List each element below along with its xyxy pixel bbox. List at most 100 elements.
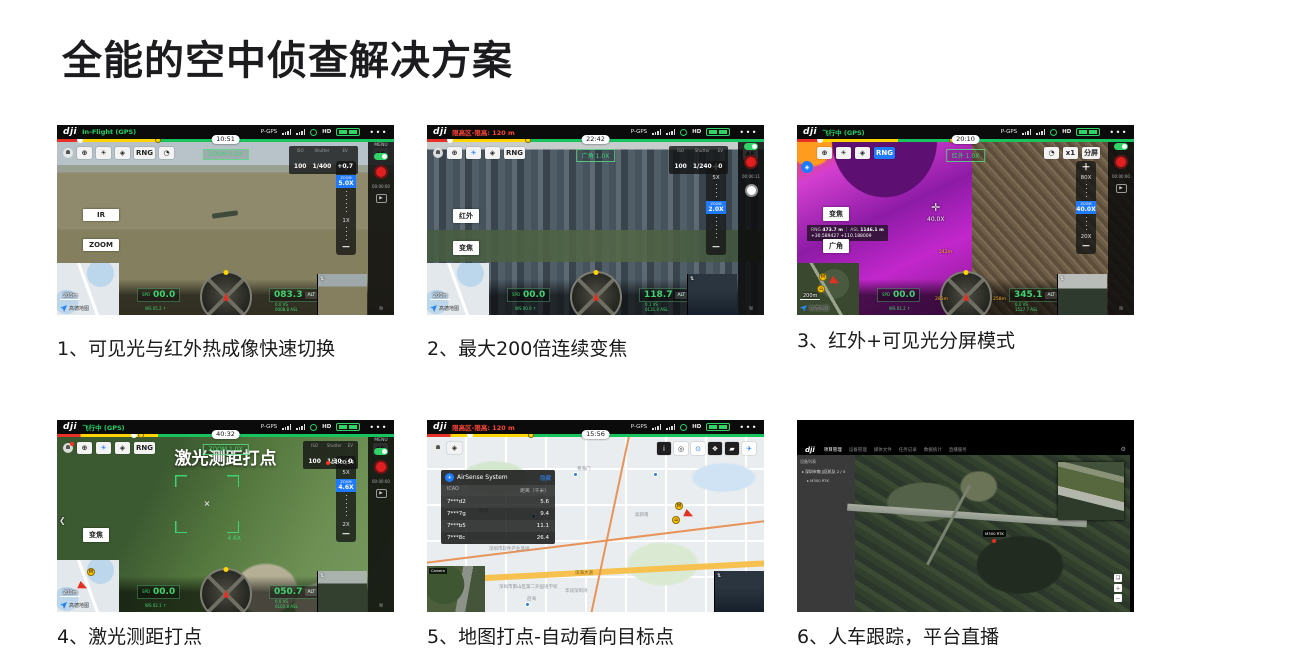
more-menu-icon[interactable]: ••• (369, 128, 388, 137)
live-video-pip[interactable] (1058, 462, 1124, 520)
zoom-out-icon[interactable]: － (341, 531, 350, 539)
zoom-preset-top[interactable]: 5X (342, 470, 349, 476)
record-button[interactable] (744, 155, 758, 169)
minimap[interactable]: 200m 高德地图 (427, 263, 489, 315)
photo-video-toggle[interactable] (744, 143, 758, 150)
vehicle-track-marker[interactable]: M300 RTK (983, 520, 1006, 543)
secondary-view-pip[interactable]: ⇅ (687, 274, 737, 315)
more-menu-icon[interactable]: ••• (369, 423, 388, 432)
waypoint-button[interactable]: ◈ (485, 147, 500, 159)
photo-video-toggle[interactable] (374, 153, 388, 160)
minimap[interactable]: 200m 高德地图 (57, 263, 119, 315)
gimbal-button[interactable]: ⊕ (447, 147, 462, 159)
beacon-button[interactable]: ☀ (96, 442, 111, 454)
x1-button[interactable]: x1 (1063, 147, 1078, 159)
quick-action-icon[interactable]: ◈ (801, 161, 813, 173)
photo-video-toggle[interactable] (1114, 143, 1128, 150)
rail-more-icon[interactable]: ≋ (378, 305, 383, 312)
zoom-in-icon[interactable]: ＋ (1081, 164, 1090, 172)
notification-bell-icon[interactable] (63, 148, 73, 158)
swap-view-icon[interactable]: ⇅ (1060, 276, 1064, 282)
secondary-view-pip[interactable]: ⇅ (1057, 274, 1107, 315)
beacon-button[interactable]: ☀ (466, 147, 481, 159)
nav-item[interactable]: 媒体文件 (874, 447, 892, 453)
menu-label[interactable]: MENU (374, 143, 387, 148)
dial-button[interactable]: ◔ (1044, 147, 1059, 159)
zoom-preset-top[interactable]: 5X (712, 175, 719, 181)
beacon-button[interactable]: ☀ (836, 147, 851, 159)
swap-view-icon[interactable]: ⇅ (717, 573, 721, 579)
zoom-lens-button[interactable]: 变焦 (83, 528, 109, 542)
nav-item[interactable]: 项目管理 (824, 447, 842, 453)
gimbal-button[interactable]: ⊕ (817, 147, 832, 159)
notification-bell-icon[interactable] (433, 148, 443, 158)
layers-button[interactable]: ❖ (708, 442, 722, 455)
nav-item[interactable]: 任务记录 (899, 447, 917, 453)
more-menu-icon[interactable]: ••• (739, 128, 758, 137)
record-button[interactable] (374, 165, 388, 179)
gimbal-button[interactable]: ⊕ (77, 147, 92, 159)
airsense-button[interactable]: ✈ (742, 442, 756, 455)
camera-feed-pip[interactable]: Camera (427, 566, 485, 612)
eraser-button[interactable]: ▰ (725, 442, 739, 455)
rail-more-icon[interactable]: ≋ (1118, 305, 1123, 312)
hide-link[interactable]: 隐藏 (540, 474, 551, 482)
record-button[interactable] (374, 460, 388, 474)
gimbal-button[interactable]: ⊕ (77, 442, 92, 454)
notification-bell-icon[interactable] (433, 443, 443, 453)
zoom-out-icon[interactable]: － (1114, 594, 1122, 602)
photo-video-toggle[interactable] (374, 448, 388, 455)
zoom-out-icon[interactable]: － (1081, 243, 1090, 251)
rail-more-icon[interactable]: ≋ (378, 602, 383, 609)
waypoint-button[interactable]: ◈ (115, 442, 130, 454)
secondary-view-pip[interactable]: ⇅ (714, 571, 764, 612)
playback-button[interactable]: ▶ (376, 194, 387, 203)
menu-label[interactable]: MENU (374, 438, 387, 443)
playback-button[interactable]: ▶ (376, 489, 387, 498)
swap-view-icon[interactable]: ⇅ (320, 276, 324, 282)
swap-view-icon[interactable]: ⇅ (320, 573, 324, 579)
info-button[interactable]: i (657, 442, 671, 455)
secondary-view-pip[interactable]: ⇅ (317, 274, 367, 315)
rng-button[interactable]: RNG (134, 442, 155, 454)
sidebar-item[interactable]: ▸ 深圳市南山区机队 2 / 3 (802, 469, 852, 475)
wide-lens-button[interactable]: 广角 (823, 239, 849, 253)
more-menu-icon[interactable]: ••• (1109, 128, 1128, 137)
collapse-chevron-icon[interactable]: ❮ (59, 516, 66, 525)
layer-toggle-icon[interactable]: ❏ (1114, 574, 1122, 582)
dial-button[interactable]: ◔ (159, 147, 174, 159)
zoom-out-icon[interactable]: － (711, 244, 720, 252)
swap-view-icon[interactable]: ⇅ (690, 276, 694, 282)
rng-button[interactable]: RNG (134, 147, 155, 159)
zoom-in-icon[interactable]: ＋ (1114, 584, 1122, 592)
zoom-preset-bottom[interactable]: 2X (342, 522, 349, 528)
sidebar-item[interactable]: ▸ M300 RTK (807, 478, 852, 483)
rail-more-icon[interactable]: ≋ (748, 305, 753, 312)
rng-button[interactable]: RNG (504, 147, 525, 159)
nav-item[interactable]: 数据统计 (924, 447, 942, 453)
nav-item[interactable]: 设备管理 (849, 447, 867, 453)
minimap[interactable]: H ⌂ 200m 高德地图 (797, 263, 859, 315)
zoom-preset-bottom[interactable]: 1X (342, 218, 349, 224)
zoom-rail[interactable]: ＋ ZOOM5.0X 1X － (336, 161, 356, 255)
locate-button[interactable]: ◎ (674, 442, 688, 455)
zoom-lens-button[interactable]: 变焦 (453, 241, 479, 255)
zoom-preset-bottom[interactable]: 20X (1081, 234, 1092, 240)
zoom-lens-button[interactable]: 变焦 (823, 207, 849, 221)
notification-bell-icon[interactable] (63, 443, 73, 453)
more-menu-icon[interactable]: ••• (739, 423, 758, 432)
zoom-rail[interactable]: ＋ 5X ZOOM2.0X － (706, 161, 726, 255)
minimap[interactable]: H 200m 高德地图 (57, 560, 119, 612)
ir-lens-button[interactable]: IR (83, 209, 119, 221)
pin-drop-button[interactable]: ⊙ (691, 442, 705, 455)
secondary-view-pip[interactable]: ⇅ (317, 571, 367, 612)
zoom-preset-top[interactable]: 80X (1081, 175, 1092, 181)
shutter-button[interactable] (745, 184, 758, 197)
nav-item[interactable]: 直播服务 (949, 447, 967, 453)
waypoint-button[interactable]: ◈ (855, 147, 870, 159)
playback-button[interactable]: ▶ (1116, 184, 1127, 193)
waypoint-button[interactable]: ◈ (447, 442, 462, 454)
zoom-rail[interactable]: ＋ 80X ZOOM40.0X 20X － (1076, 161, 1096, 254)
record-button[interactable] (1114, 155, 1128, 169)
beacon-button[interactable]: ☀ (96, 147, 111, 159)
